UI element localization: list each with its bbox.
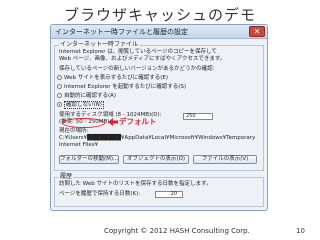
temp-files-group-label: インターネット一時ファイル — [59, 41, 140, 49]
option-every-visit[interactable]: Web サイトを表示するたびに確認する(E) — [57, 75, 168, 82]
arrow-left-icon — [108, 118, 118, 126]
history-days-label: ページを履歴で保持する日数(K): — [59, 191, 141, 197]
current-location-label: 現在の場所: — [59, 128, 89, 134]
radio-icon — [57, 93, 62, 98]
close-button[interactable]: ✕ — [249, 26, 265, 37]
default-annotation: デフォルト — [119, 117, 157, 126]
radio-icon — [57, 75, 62, 80]
radio-selected-icon — [57, 102, 62, 107]
copyright: Copyright © 2012 HASH Consulting Corp. — [104, 227, 250, 235]
slide-title: ブラウザキャッシュのデモ — [63, 6, 256, 24]
temp-files-desc-2: Web ページ、画像、およびメディアにすばやくアクセスできます。 — [59, 56, 226, 62]
history-group-label: 履歴 — [59, 173, 74, 181]
current-path-1: C:¥Users¥████████¥AppData¥Local¥Microsof… — [59, 135, 256, 141]
close-icon: ✕ — [253, 27, 261, 36]
option-automatic[interactable]: 自動的に確認する(A) — [57, 93, 116, 100]
current-path-2: Internet Files¥ — [59, 142, 99, 148]
page-number: 10 — [296, 227, 305, 235]
view-files-button[interactable]: ファイルの表示(V) — [193, 155, 257, 164]
radio-icon — [57, 84, 62, 89]
temp-files-desc-1: Internet Explorer は、閲覧しているページのコピーを保存して — [59, 49, 217, 55]
dialog-title: インターネット一時ファイルと履歴の設定 — [55, 28, 188, 36]
highlight-ellipse — [62, 118, 105, 128]
option-every-start[interactable]: Internet Explorer を起動するたびに確認する(S) — [57, 84, 186, 91]
dialog-titlebar: インターネット一時ファイルと履歴の設定 ✕ — [51, 25, 267, 39]
disk-space-stepper[interactable]: 250 — [183, 113, 213, 120]
check-question: 保存しているページの新しいバージョンがあるかどうかの確認: — [59, 66, 215, 72]
history-desc: 訪問した Web サイトのリストを保存する日数を指定します。 — [59, 181, 212, 187]
option-never[interactable]: 確認しない(N) — [57, 101, 104, 109]
view-objects-button[interactable]: オブジェクトの表示(O) — [123, 155, 189, 164]
history-days-input[interactable]: 20 — [155, 191, 183, 198]
move-folder-button[interactable]: フォルダーの移動(M)... — [59, 155, 119, 164]
